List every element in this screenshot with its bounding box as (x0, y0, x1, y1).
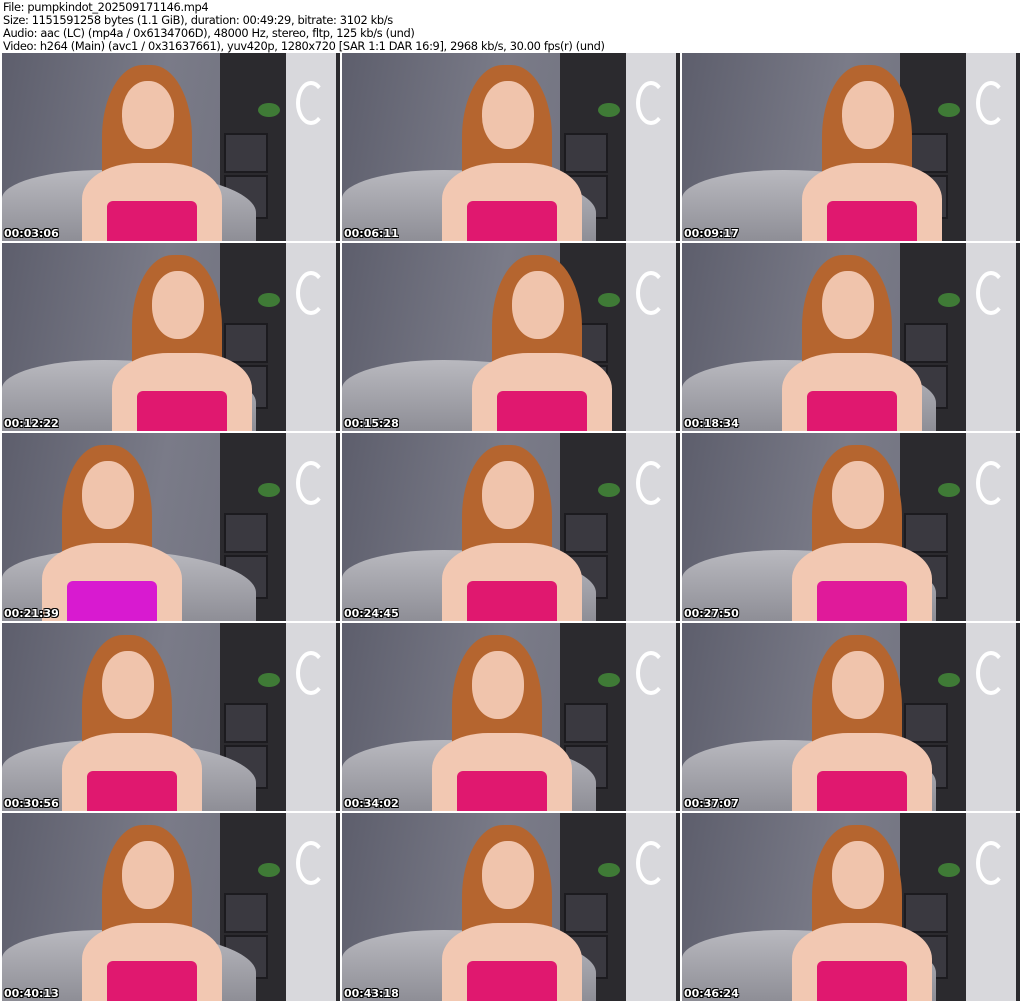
top-garment (107, 961, 197, 1001)
plant (598, 673, 620, 687)
top-garment (817, 961, 907, 1001)
plant (598, 293, 620, 307)
ring-lamp (636, 81, 666, 125)
person-face (482, 81, 534, 149)
file-info-header: File: pumpkindot_202509171146.mp4 Size: … (3, 1, 605, 53)
timestamp: 00:27:50 (684, 607, 739, 620)
plant (938, 863, 960, 877)
person-face (102, 651, 154, 719)
person-face (512, 271, 564, 339)
top-garment (457, 771, 547, 811)
timestamp: 00:37:07 (684, 797, 739, 810)
plant (258, 293, 280, 307)
ring-lamp (296, 841, 326, 885)
person-face (122, 81, 174, 149)
person-face (832, 841, 884, 909)
timestamp: 00:15:28 (344, 417, 399, 430)
video-info: Video: h264 (Main) (avc1 / 0x31637661), … (3, 39, 605, 53)
thumbnail[interactable]: 00:24:45 (342, 433, 680, 621)
top-garment (817, 581, 907, 621)
thumbnail[interactable]: 00:30:56 (2, 623, 340, 811)
top-garment (87, 771, 177, 811)
timestamp: 00:46:24 (684, 987, 739, 1000)
top-garment (497, 391, 587, 431)
ring-lamp (976, 651, 1006, 695)
thumbnail[interactable]: 00:27:50 (682, 433, 1020, 621)
plant (258, 673, 280, 687)
person-face (152, 271, 204, 339)
person-face (482, 841, 534, 909)
thumbnail[interactable]: 00:46:24 (682, 813, 1020, 1001)
thumbnail[interactable]: 00:03:06 (2, 53, 340, 241)
person-face (482, 461, 534, 529)
person-face (832, 651, 884, 719)
person-face (82, 461, 134, 529)
top-garment (467, 201, 557, 241)
ring-lamp (636, 461, 666, 505)
plant (598, 863, 620, 877)
plant (258, 103, 280, 117)
top-garment (137, 391, 227, 431)
thumbnail[interactable]: 00:21:39 (2, 433, 340, 621)
thumbnail[interactable]: 00:15:28 (342, 243, 680, 431)
timestamp: 00:24:45 (344, 607, 399, 620)
timestamp: 00:34:02 (344, 797, 399, 810)
thumbnail[interactable]: 00:40:13 (2, 813, 340, 1001)
top-garment (467, 961, 557, 1001)
person-face (842, 81, 894, 149)
person-face (822, 271, 874, 339)
top-garment (467, 581, 557, 621)
plant (598, 103, 620, 117)
ring-lamp (636, 651, 666, 695)
top-garment (817, 771, 907, 811)
ring-lamp (976, 271, 1006, 315)
person-face (832, 461, 884, 529)
ring-lamp (296, 81, 326, 125)
thumbnail[interactable]: 00:43:18 (342, 813, 680, 1001)
thumbnail[interactable]: 00:06:11 (342, 53, 680, 241)
ring-lamp (636, 271, 666, 315)
thumbnail-grid: 00:03:06 00:06:11 00:09:17 00:12:22 00:1… (2, 53, 1020, 1001)
ring-lamp (636, 841, 666, 885)
plant (938, 293, 960, 307)
thumbnail[interactable]: 00:34:02 (342, 623, 680, 811)
timestamp: 00:03:06 (4, 227, 59, 240)
timestamp: 00:21:39 (4, 607, 59, 620)
plant (258, 863, 280, 877)
top-garment (807, 391, 897, 431)
plant (258, 483, 280, 497)
thumbnail[interactable]: 00:37:07 (682, 623, 1020, 811)
timestamp: 00:18:34 (684, 417, 739, 430)
ring-lamp (296, 651, 326, 695)
ring-lamp (296, 271, 326, 315)
top-garment (827, 201, 917, 241)
ring-lamp (976, 81, 1006, 125)
ring-lamp (296, 461, 326, 505)
person-face (122, 841, 174, 909)
timestamp: 00:43:18 (344, 987, 399, 1000)
timestamp: 00:09:17 (684, 227, 739, 240)
timestamp: 00:40:13 (4, 987, 59, 1000)
plant (938, 483, 960, 497)
timestamp: 00:12:22 (4, 417, 59, 430)
ring-lamp (976, 841, 1006, 885)
thumbnail[interactable]: 00:12:22 (2, 243, 340, 431)
plant (938, 103, 960, 117)
thumbnail[interactable]: 00:18:34 (682, 243, 1020, 431)
top-garment (107, 201, 197, 241)
timestamp: 00:06:11 (344, 227, 399, 240)
timestamp: 00:30:56 (4, 797, 59, 810)
person-face (472, 651, 524, 719)
plant (598, 483, 620, 497)
plant (938, 673, 960, 687)
ring-lamp (976, 461, 1006, 505)
top-garment (67, 581, 157, 621)
thumbnail[interactable]: 00:09:17 (682, 53, 1020, 241)
